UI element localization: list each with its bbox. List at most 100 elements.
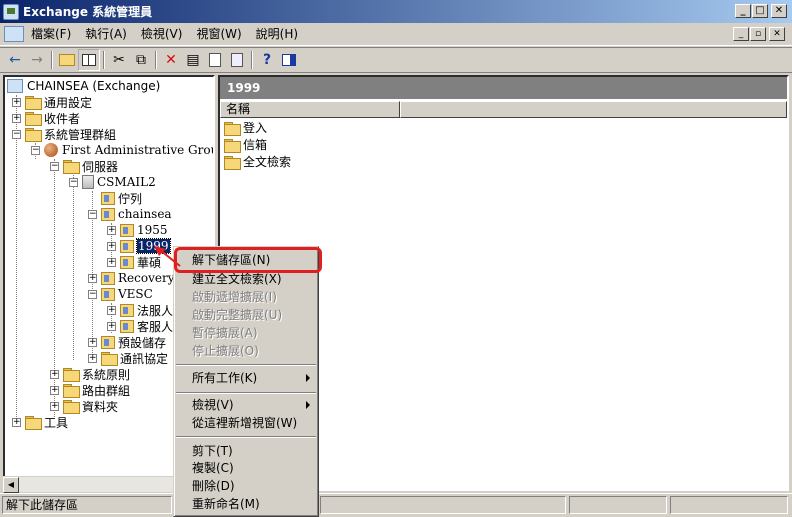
mdi-close-button[interactable]: ✕ — [769, 27, 785, 41]
collapse-icon[interactable]: − — [88, 209, 97, 219]
menu-all-tasks-label: 所有工作(K) — [192, 371, 258, 385]
expand-icon[interactable]: + — [12, 113, 21, 123]
tree-item-tools[interactable]: + 工具 — [12, 414, 68, 430]
expand-icon[interactable]: + — [107, 225, 116, 235]
menu-rename[interactable]: 重新命名(M) — [176, 495, 316, 513]
menu-separator — [176, 392, 316, 394]
toolbar-separator — [155, 51, 157, 69]
menu-new-window-from-here[interactable]: 從這裡新增視窗(W) — [176, 414, 316, 432]
collapse-icon[interactable]: − — [69, 177, 78, 187]
tree-item-legal[interactable]: + 法服人 — [107, 302, 173, 318]
tree-item-folders[interactable]: + 資料夾 — [50, 398, 118, 414]
expand-icon[interactable]: + — [50, 369, 59, 379]
column-header-bar: 名稱 — [220, 101, 787, 118]
expand-icon[interactable]: + — [88, 337, 97, 347]
tree-item-routing[interactable]: + 路由群組 — [50, 382, 130, 398]
tree-item-admin-groups[interactable]: − 系統管理群組 — [12, 126, 116, 142]
collapse-icon[interactable]: − — [88, 289, 97, 299]
expand-icon[interactable]: + — [88, 353, 97, 363]
title-bar: Exchange 系統管理員 _ □ ✕ — [0, 0, 792, 23]
back-icon[interactable]: ← — [4, 49, 26, 71]
folder-icon — [224, 155, 241, 170]
menu-all-tasks[interactable]: 所有工作(K) — [176, 369, 316, 387]
folder-icon — [25, 128, 42, 142]
up-level-icon[interactable] — [56, 49, 78, 71]
copy-icon[interactable]: ⧉ — [130, 49, 152, 71]
expand-icon[interactable]: + — [50, 385, 59, 395]
expand-icon[interactable]: + — [12, 97, 21, 107]
tree-line — [73, 175, 74, 360]
exchange-app-icon[interactable] — [3, 3, 19, 20]
expand-icon[interactable]: + — [12, 417, 21, 427]
menu-window[interactable]: 視窗(W) — [189, 24, 248, 44]
tree-item-servers[interactable]: − 伺服器 — [50, 158, 118, 174]
tree-item-vesc[interactable]: − VESC — [88, 286, 153, 302]
expand-icon[interactable]: + — [50, 401, 59, 411]
tree-item-recovery[interactable]: + Recovery — [88, 270, 174, 286]
tree-root[interactable]: CHAINSEA (Exchange) — [7, 78, 160, 94]
menu-action[interactable]: 執行(A) — [78, 24, 134, 44]
list-item[interactable]: 登入 — [224, 119, 267, 136]
tree-item-default-store[interactable]: + 預設儲存 — [88, 334, 166, 350]
collapse-icon[interactable]: − — [50, 161, 59, 171]
tree-item-recipients[interactable]: + 收件者 — [12, 110, 80, 126]
mdi-restore-button[interactable]: ▫ — [750, 27, 766, 41]
menu-file[interactable]: 檔案(F) — [24, 24, 78, 44]
list-item[interactable]: 信箱 — [224, 136, 267, 153]
collapse-icon[interactable]: − — [12, 129, 21, 139]
expand-icon[interactable]: + — [107, 257, 116, 267]
tree-item-1955[interactable]: +1955 — [107, 222, 168, 238]
scroll-left-icon[interactable]: ◀ — [3, 477, 19, 493]
tree-label: 預設儲存 — [118, 335, 167, 350]
refresh-icon[interactable] — [204, 49, 226, 71]
exchange-org-icon — [7, 79, 23, 93]
menu-cut[interactable]: 剪下(T) — [176, 442, 316, 460]
tree-item-csmail2[interactable]: − CSMAIL2 — [69, 174, 156, 190]
tree-item-policies[interactable]: + 系統原則 — [50, 366, 130, 382]
minimize-button[interactable]: _ — [735, 4, 751, 18]
mdi-minimize-button[interactable]: _ — [733, 27, 749, 41]
collapse-icon[interactable]: − — [31, 145, 40, 155]
tree-item-protocols[interactable]: + 通訊協定 — [88, 350, 168, 366]
folder-icon — [224, 121, 241, 136]
mdi-doc-icon[interactable] — [4, 26, 24, 42]
menu-view-label: 檢視(V) — [192, 398, 234, 412]
queue-icon — [101, 191, 115, 205]
tree-label: First Administrative Group — [62, 143, 215, 157]
properties-icon[interactable]: ▤ — [182, 49, 204, 71]
menu-delete[interactable]: 刪除(D) — [176, 477, 316, 495]
show-tree-icon[interactable] — [78, 49, 100, 71]
menu-pause-population: 暫停擴展(A) — [192, 326, 258, 340]
expand-icon[interactable]: + — [107, 321, 116, 331]
tree-line — [16, 95, 17, 423]
expand-icon[interactable]: + — [88, 273, 97, 283]
tree-label: 佇列 — [118, 191, 143, 206]
maximize-button[interactable]: □ — [752, 4, 768, 18]
menu-view[interactable]: 檢視(V) — [176, 396, 316, 414]
help-icon[interactable]: ? — [256, 49, 278, 71]
close-button[interactable]: ✕ — [771, 4, 787, 18]
menu-copy[interactable]: 複製(C) — [176, 459, 316, 477]
forward-icon[interactable]: → — [26, 49, 48, 71]
expand-icon[interactable]: + — [107, 305, 116, 315]
cut-icon[interactable]: ✂ — [108, 49, 130, 71]
tree-item-queues[interactable]: 佇列 — [101, 190, 142, 206]
tree-label: 資料夾 — [82, 399, 119, 414]
list-item[interactable]: 全文檢索 — [224, 153, 291, 170]
menu-help[interactable]: 說明(H) — [249, 24, 305, 44]
tree-item-global[interactable]: + 通用設定 — [12, 94, 92, 110]
show-action-pane-icon[interactable] — [278, 49, 300, 71]
export-list-icon[interactable] — [226, 49, 248, 71]
menu-view[interactable]: 檢視(V) — [134, 24, 190, 44]
column-name-header[interactable]: 名稱 — [220, 101, 400, 118]
tree-label: 系統管理群組 — [44, 127, 117, 142]
tree-item-first-group[interactable]: − First Administrative Group — [31, 142, 215, 158]
tree-item-chainsea[interactable]: − chainsea — [88, 206, 172, 222]
mailbox-store-icon — [120, 319, 134, 333]
toolbar-separator — [251, 51, 253, 69]
expand-icon[interactable]: + — [107, 241, 116, 251]
column-empty-header[interactable] — [400, 101, 787, 118]
window-title: Exchange 系統管理員 — [23, 5, 153, 19]
delete-icon[interactable]: ✕ — [160, 49, 182, 71]
tree-item-cust[interactable]: + 客服人 — [107, 318, 173, 334]
